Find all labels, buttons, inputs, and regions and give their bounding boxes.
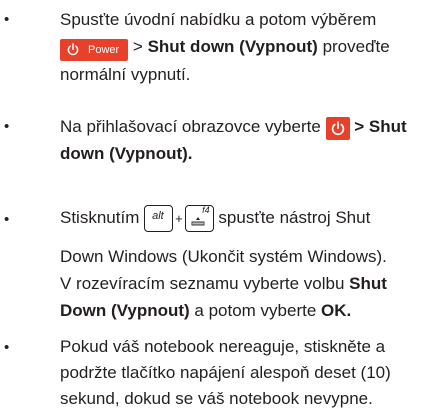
item4-line2: podržte tlačítko napájení alespoň deset …	[60, 363, 391, 382]
item2-bold-b: down (Vypnout).	[60, 144, 193, 163]
bullet: •	[4, 11, 10, 28]
item3-line4-b: a potom vyberte	[189, 301, 322, 320]
bullet: •	[4, 211, 10, 228]
item2-bold: > Shut	[349, 117, 407, 136]
item3-line3-bold: Shut	[349, 274, 387, 293]
item1-text-c: normální vypnutí.	[60, 64, 191, 84]
item1-text-a: Spusťte úvodní nabídku a potom výběrem	[60, 10, 377, 29]
plus-sign: +	[175, 211, 183, 226]
item1-text-b: proveďte	[317, 37, 390, 56]
airplane-mode-icon	[191, 217, 205, 226]
alt-key-label: alt	[152, 210, 164, 222]
f4-key-label: f4	[202, 205, 210, 215]
f4-key: f4	[184, 205, 214, 232]
item1-bold: Shut down (Vypnout)	[147, 37, 318, 56]
alt-key: alt	[144, 205, 174, 232]
item3-text-a: Stisknutím	[60, 208, 145, 227]
power-menu-button: Power	[60, 38, 129, 61]
power-button	[325, 117, 350, 140]
menu-separator: >	[128, 37, 148, 56]
item4-line3: sekund, dokud se váš notebook nevypne.	[60, 389, 373, 408]
item3-line3-a: V rozevíracím seznamu vyberte volbu	[60, 274, 350, 293]
instruction-text-4: Pokud váš notebook nereaguje, stiskněte …	[60, 334, 444, 412]
instruction-text-1: Spusťte úvodní nabídku a potom výběrem P…	[60, 6, 444, 88]
power-label: Power	[88, 43, 120, 56]
item2-text-a: Na přihlašovací obrazovce vyberte	[60, 117, 326, 136]
instruction-text-2: Na přihlašovací obrazovce vyberte > Shut…	[60, 113, 444, 167]
item4-line1: Pokud váš notebook nereaguje, stiskněte …	[60, 337, 386, 356]
item3-line2: Down Windows (Ukončit systém Windows).	[60, 247, 387, 266]
item3-line4-bold2: OK.	[321, 301, 352, 320]
bullet: •	[4, 118, 10, 135]
power-icon	[331, 121, 344, 136]
instruction-text-3: Stisknutím alt + f4 spusťte nástroj Shut D…	[60, 204, 444, 324]
power-icon	[67, 43, 79, 56]
item3-line4-bold: Down (Vypnout)	[60, 301, 190, 320]
item3-text-b: spusťte nástroj Shut	[213, 208, 371, 227]
bullet: •	[4, 339, 10, 356]
